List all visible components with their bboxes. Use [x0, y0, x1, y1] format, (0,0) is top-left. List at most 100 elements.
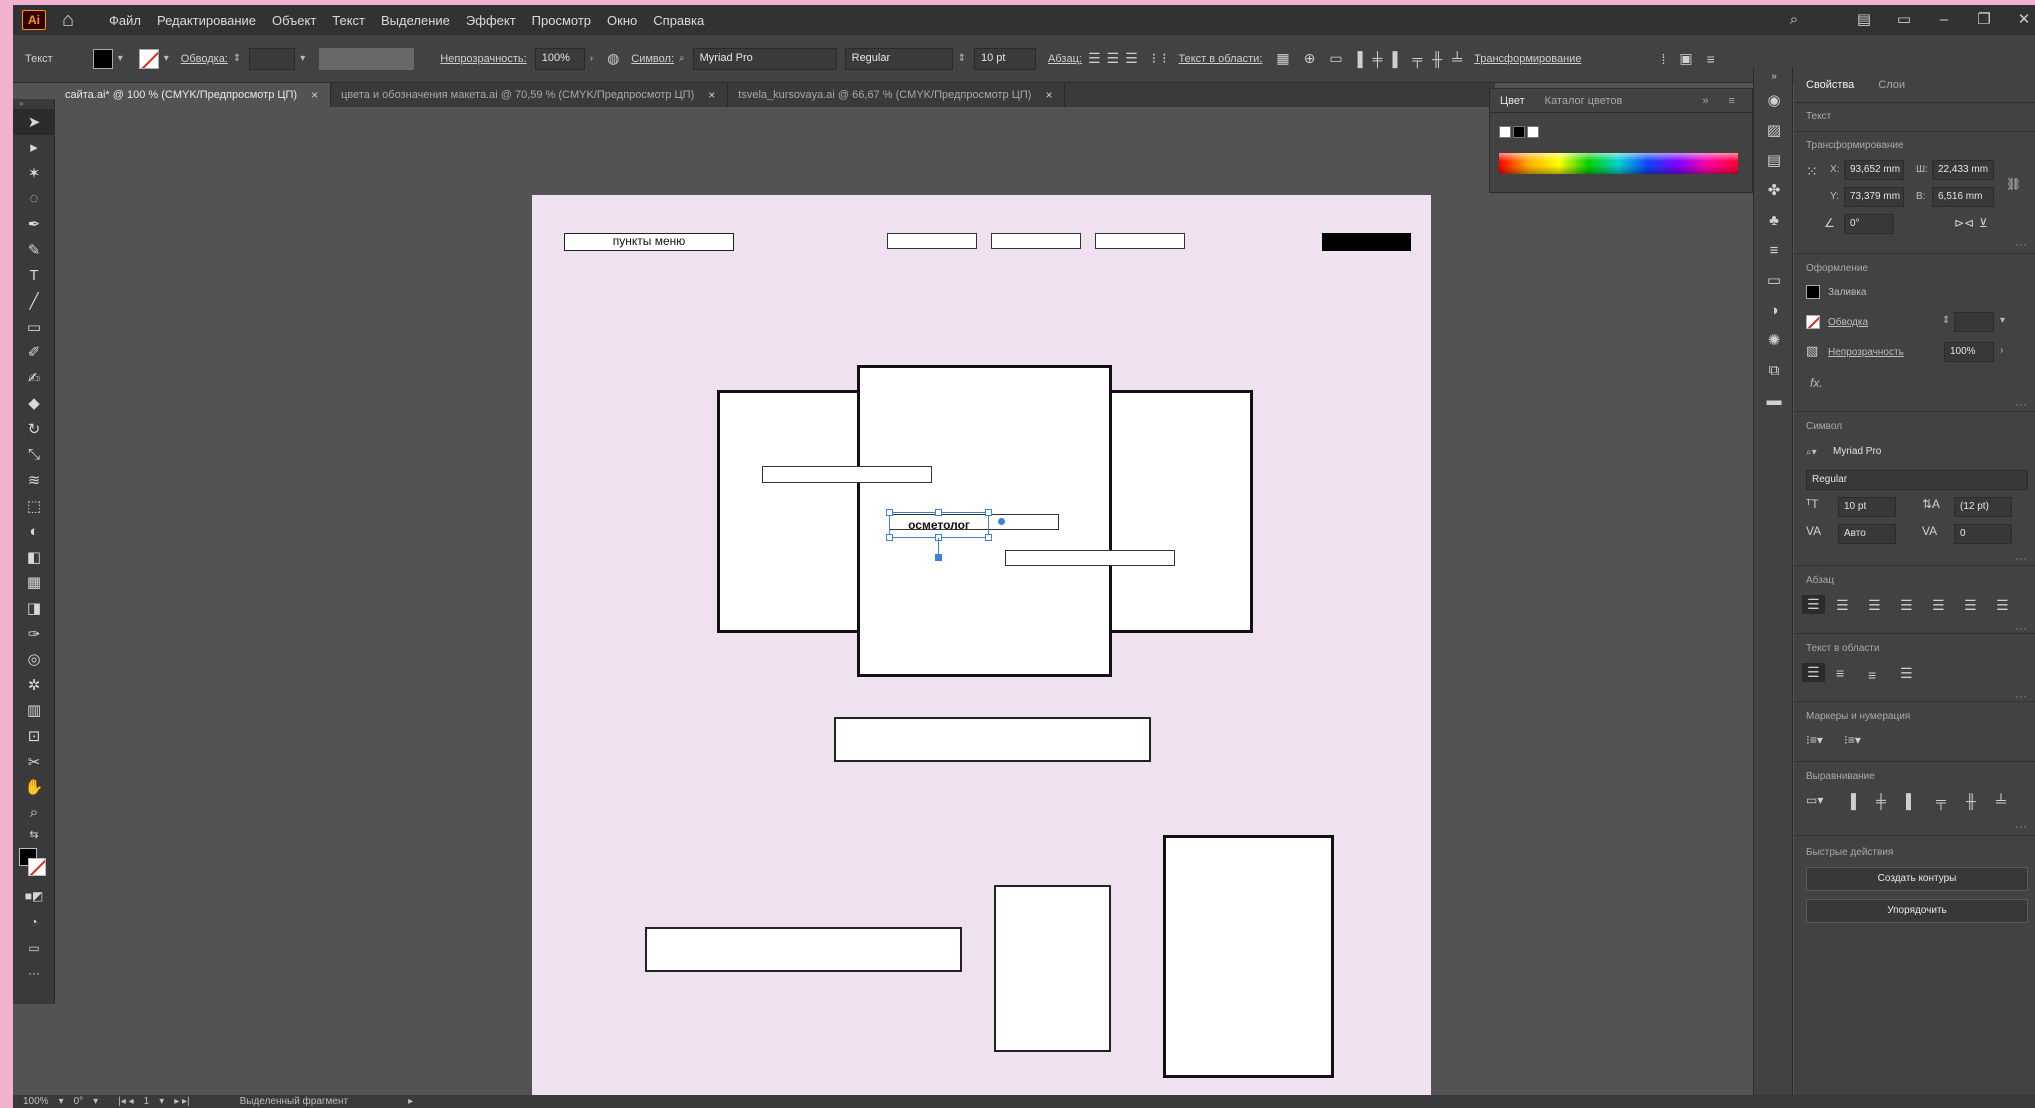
fx-icon[interactable]: fx. [1810, 376, 1823, 390]
character-label[interactable]: Символ: [631, 53, 674, 65]
tracking-field[interactable]: 0 [1954, 524, 2012, 544]
appearance-stroke-swatch[interactable] [1806, 315, 1820, 329]
chevron-right-icon[interactable]: › [590, 53, 593, 64]
wide-block-placeholder[interactable] [645, 927, 962, 972]
variable-width-profile[interactable] [319, 47, 415, 70]
tab-document-1[interactable]: сайта.ai* @ 100 % (CMYK/Предпросмотр ЦП)… [55, 83, 332, 107]
align-h-center-icon[interactable]: ╪ [1373, 51, 1383, 67]
mesh-tool-icon[interactable]: ▦ [13, 570, 55, 596]
justify-all-icon[interactable]: ☰ [1996, 597, 2009, 614]
tab-color[interactable]: Цвет [1490, 95, 1535, 107]
align-middle-text-icon[interactable]: ≡ [1836, 665, 1844, 681]
free-transform-tool-icon[interactable]: ⬚ [13, 493, 55, 519]
eraser-tool-icon[interactable]: ◆ [13, 391, 55, 417]
zoom-tool-icon[interactable]: ⌕ [13, 800, 55, 826]
constrain-proportions-icon[interactable]: ⛓ [2006, 177, 2021, 191]
align-right-icon[interactable]: ☰ [1125, 50, 1138, 67]
w-field[interactable]: 22,433 mm [1932, 160, 1994, 180]
align-bottom-icon[interactable]: ╧ [1996, 793, 2006, 809]
home-icon[interactable]: ⌂ [62, 10, 84, 30]
isolate-icon[interactable]: ⁞ [1661, 51, 1665, 67]
justify-center-icon[interactable]: ☰ [1932, 597, 1945, 614]
area-text-label[interactable]: Текст в области: [1179, 53, 1263, 65]
menu-effect[interactable]: Эффект [466, 13, 516, 28]
justify-right-icon[interactable]: ☰ [1964, 597, 1977, 614]
selection-handle[interactable] [985, 509, 992, 516]
rotate-tool-icon[interactable]: ↻ [13, 416, 55, 442]
more-options-icon[interactable]: ··· [2015, 551, 2027, 565]
paintbrush-tool-icon[interactable]: ✐ [13, 339, 55, 365]
direct-selection-tool-icon[interactable]: ▸ [13, 135, 55, 161]
menu-items-placeholder[interactable]: пункты меню [564, 233, 734, 251]
black-button-shape[interactable] [1322, 233, 1411, 251]
blob-brush-tool-icon[interactable]: ✍ [13, 365, 55, 391]
selection-handle[interactable] [935, 509, 942, 516]
transparency-panel-icon[interactable]: ◑ [1754, 295, 1794, 325]
close-icon[interactable]: × [708, 88, 715, 102]
selection-tool-icon[interactable]: ➤ [13, 109, 55, 135]
search-icon[interactable]: ⌕▾ [1806, 447, 1817, 458]
rectangle-tool-icon[interactable]: ▭ [13, 314, 55, 340]
menu-type[interactable]: Текст [332, 13, 365, 28]
selection-handle[interactable] [886, 509, 893, 516]
status-arrow-icon[interactable]: ▸ [408, 1096, 413, 1107]
align-left-icon[interactable]: ☰ [1088, 50, 1101, 67]
create-outlines-button[interactable]: Создать контуры [1806, 867, 2028, 891]
carousel-card-right[interactable] [1108, 390, 1253, 633]
flip-vertical-icon[interactable]: ⊻ [1979, 216, 1988, 230]
align-to-icon[interactable]: ▭ [1329, 50, 1342, 67]
align-center-icon[interactable]: ☰ [1836, 597, 1849, 614]
close-icon[interactable]: × [311, 88, 318, 102]
restore-icon[interactable]: ❐ [1973, 11, 1995, 29]
stroke-weight-field[interactable] [1954, 312, 1994, 332]
stroke-weight-field[interactable] [249, 47, 296, 70]
scale-tool-icon[interactable]: ⤡ [13, 442, 55, 468]
fill-stroke-widget[interactable] [13, 844, 55, 884]
chevron-down-icon[interactable]: ▾ [2000, 315, 2005, 326]
search-icon[interactable]: ⌕ [679, 53, 685, 64]
menu-view[interactable]: Просмотр [532, 13, 591, 28]
color-panel-icon[interactable]: ◉ [1754, 85, 1794, 115]
align-top-text-icon[interactable]: ☰ [1802, 663, 1825, 682]
nav-placeholder-3[interactable] [1095, 233, 1185, 249]
swap-colors-icon[interactable]: ⇆ [13, 826, 55, 844]
bullets-icon[interactable]: ⁝≡▾ [1806, 733, 1823, 747]
font-style-field[interactable]: Regular [1806, 470, 2028, 490]
first-artboard-icon[interactable]: |◂ ◂ [118, 1096, 133, 1107]
close-window-icon[interactable]: ✕ [2013, 11, 2035, 29]
stroke-label[interactable]: Обводка [1828, 317, 1868, 328]
black-swatch[interactable] [1513, 126, 1525, 138]
align-to-icon[interactable]: ▭▾ [1806, 793, 1823, 807]
appearance-fill-swatch[interactable] [1806, 285, 1820, 299]
align-right-edge-icon[interactable]: ▌ [1392, 51, 1402, 67]
curvature-tool-icon[interactable]: ✎ [13, 237, 55, 263]
justify-vertical-icon[interactable]: ☰ [1900, 665, 1913, 682]
align-h-center-icon[interactable]: ╪ [1876, 793, 1886, 809]
artboard-tool-icon[interactable]: ⊡ [13, 723, 55, 749]
appearance-panel-icon[interactable]: ✺ [1754, 325, 1794, 355]
symbol-sprayer-tool-icon[interactable]: ✲ [13, 672, 55, 698]
stepper-icon[interactable]: ⇕ [233, 53, 241, 64]
more-options-icon[interactable]: ··· [2015, 237, 2027, 251]
opacity-field[interactable]: 100% [534, 47, 585, 70]
align-v-center-icon[interactable]: ╫ [1432, 51, 1442, 67]
column-graph-tool-icon[interactable]: ▥ [13, 698, 55, 724]
pen-tool-icon[interactable]: ✒ [13, 211, 55, 237]
recolor-icon[interactable]: ◍ [607, 50, 619, 67]
live-paint-tool-icon[interactable]: ◧ [13, 544, 55, 570]
more-options-icon[interactable]: ··· [2015, 397, 2027, 411]
font-family-field[interactable]: Myriad Pro [1828, 443, 2020, 463]
line-tool-icon[interactable]: ╱ [13, 288, 55, 314]
menu-window[interactable]: Окно [607, 13, 637, 28]
image-block-small[interactable] [994, 885, 1111, 1052]
tab-properties[interactable]: Свойства [1794, 79, 1866, 91]
artboard-number[interactable]: 1 [144, 1096, 150, 1107]
warp-tool-icon[interactable]: ≋ [13, 467, 55, 493]
chevron-right-icon[interactable]: › [2000, 345, 2003, 356]
align-bottom-text-icon[interactable]: ≡ [1868, 667, 1876, 683]
graphic-styles-icon[interactable]: ⧉ [1754, 355, 1794, 385]
in-port-handle[interactable] [935, 554, 942, 561]
button-placeholder[interactable] [834, 717, 1151, 762]
chevron-down-icon[interactable]: ▾ [159, 1096, 164, 1107]
type-tool-icon[interactable]: T [13, 263, 55, 289]
